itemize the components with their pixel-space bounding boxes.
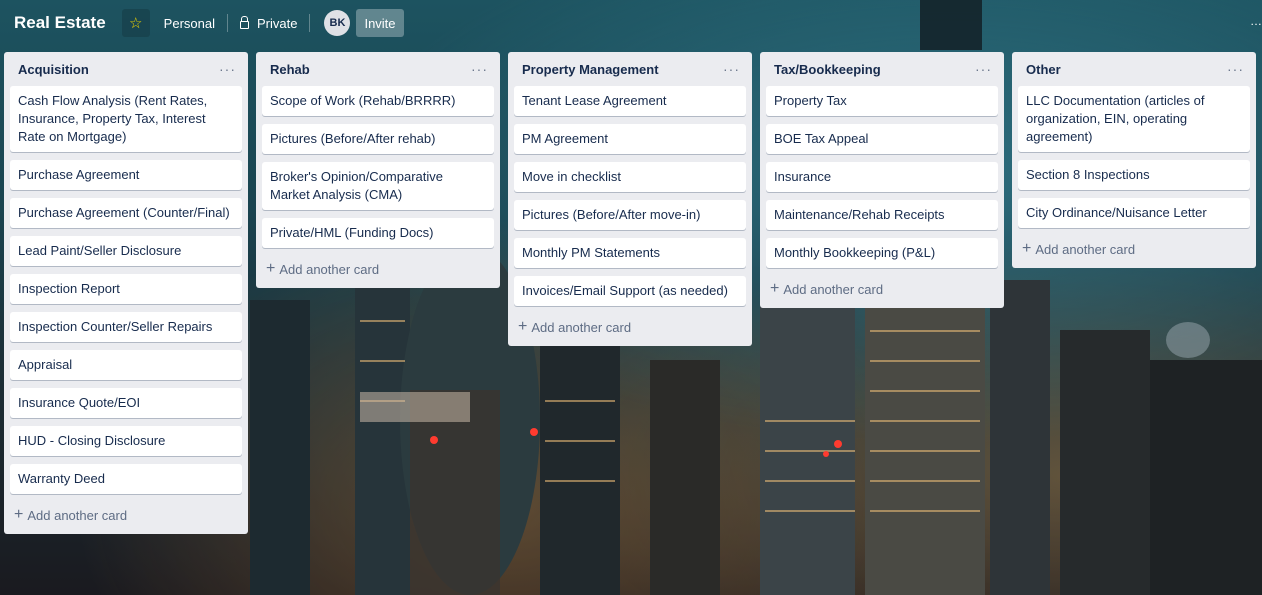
header-divider: [226, 14, 228, 32]
card[interactable]: Lead Paint/Seller Disclosure: [10, 236, 242, 266]
list-title[interactable]: Rehab: [270, 62, 310, 77]
card[interactable]: Purchase Agreement: [10, 160, 242, 190]
board-header: Real Estate ☆ Personal Private BK Invite…: [0, 0, 1262, 46]
list-acquisition: Acquisition ··· Cash Flow Analysis (Rent…: [4, 52, 248, 534]
plus-icon: +: [770, 280, 780, 297]
list-header[interactable]: Acquisition ···: [10, 52, 242, 86]
list-title[interactable]: Acquisition: [18, 62, 89, 77]
card[interactable]: City Ordinance/Nuisance Letter: [1018, 198, 1250, 228]
card[interactable]: PM Agreement: [514, 124, 746, 154]
lock-icon: [239, 16, 249, 29]
card[interactable]: Inspection Counter/Seller Repairs: [10, 312, 242, 342]
list-header[interactable]: Tax/Bookkeeping ···: [766, 52, 998, 86]
list-menu-icon[interactable]: ···: [219, 61, 236, 77]
add-card-label: Add another card: [27, 507, 128, 523]
plus-icon: +: [14, 506, 24, 523]
add-card-button[interactable]: + Add another card: [766, 276, 998, 302]
list-tax-bookkeeping: Tax/Bookkeeping ··· Property Tax BOE Tax…: [760, 52, 1004, 308]
card[interactable]: Property Tax: [766, 86, 998, 116]
add-card-label: Add another card: [279, 261, 380, 277]
card[interactable]: Cash Flow Analysis (Rent Rates, Insuranc…: [10, 86, 242, 152]
card[interactable]: Invoices/Email Support (as needed): [514, 276, 746, 306]
card[interactable]: Insurance: [766, 162, 998, 192]
card[interactable]: Warranty Deed: [10, 464, 242, 494]
card[interactable]: Pictures (Before/After move-in): [514, 200, 746, 230]
card[interactable]: Broker's Opinion/Comparative Market Anal…: [262, 162, 494, 210]
card[interactable]: Tenant Lease Agreement: [514, 86, 746, 116]
list-property-management: Property Management ··· Tenant Lease Agr…: [508, 52, 752, 346]
card[interactable]: Scope of Work (Rehab/BRRRR): [262, 86, 494, 116]
plus-icon: +: [1022, 240, 1032, 257]
card[interactable]: Maintenance/Rehab Receipts: [766, 200, 998, 230]
list-menu-icon[interactable]: ···: [1227, 61, 1244, 77]
menu-dots-icon[interactable]: …: [1250, 14, 1262, 28]
card[interactable]: Insurance Quote/EOI: [10, 388, 242, 418]
add-card-label: Add another card: [783, 281, 884, 297]
board-title[interactable]: Real Estate: [14, 13, 106, 33]
visibility-label: Private: [256, 15, 298, 31]
header-divider: [309, 14, 311, 32]
card[interactable]: Appraisal: [10, 350, 242, 380]
card[interactable]: BOE Tax Appeal: [766, 124, 998, 154]
card[interactable]: Move in checklist: [514, 162, 746, 192]
list-title[interactable]: Tax/Bookkeeping: [774, 62, 881, 77]
list-menu-icon[interactable]: ···: [471, 61, 488, 77]
list-header[interactable]: Rehab ···: [262, 52, 494, 86]
card[interactable]: Inspection Report: [10, 274, 242, 304]
plus-icon: +: [518, 318, 528, 335]
list-title[interactable]: Property Management: [522, 62, 659, 77]
star-icon: ☆: [128, 15, 143, 32]
list-header[interactable]: Other ···: [1018, 52, 1250, 86]
avatar[interactable]: BK: [324, 10, 351, 36]
add-card-button[interactable]: + Add another card: [514, 314, 746, 340]
add-card-button[interactable]: + Add another card: [262, 256, 494, 282]
list-title[interactable]: Other: [1026, 62, 1061, 77]
add-card-label: Add another card: [531, 319, 632, 335]
list-menu-icon[interactable]: ···: [975, 61, 992, 77]
add-card-label: Add another card: [1035, 241, 1136, 257]
add-card-button[interactable]: + Add another card: [10, 502, 242, 528]
list-header[interactable]: Property Management ···: [514, 52, 746, 86]
card[interactable]: Monthly PM Statements: [514, 238, 746, 268]
invite-button[interactable]: Invite: [356, 9, 404, 37]
team-button[interactable]: Personal: [156, 9, 223, 37]
card[interactable]: HUD - Closing Disclosure: [10, 426, 242, 456]
add-card-button[interactable]: + Add another card: [1018, 236, 1250, 262]
visibility-button[interactable]: Private: [232, 9, 305, 37]
card[interactable]: Private/HML (Funding Docs): [262, 218, 494, 248]
list-rehab: Rehab ··· Scope of Work (Rehab/BRRRR) Pi…: [256, 52, 500, 288]
star-button[interactable]: ☆: [121, 9, 150, 37]
board-lists: Acquisition ··· Cash Flow Analysis (Rent…: [4, 52, 1262, 534]
plus-icon: +: [266, 260, 276, 277]
card[interactable]: Purchase Agreement (Counter/Final): [10, 198, 242, 228]
list-other: Other ··· LLC Documentation (articles of…: [1012, 52, 1256, 268]
list-menu-icon[interactable]: ···: [723, 61, 740, 77]
card[interactable]: Pictures (Before/After rehab): [262, 124, 494, 154]
card[interactable]: LLC Documentation (articles of organizat…: [1018, 86, 1250, 152]
card[interactable]: Monthly Bookkeeping (P&L): [766, 238, 998, 268]
card[interactable]: Section 8 Inspections: [1018, 160, 1250, 190]
